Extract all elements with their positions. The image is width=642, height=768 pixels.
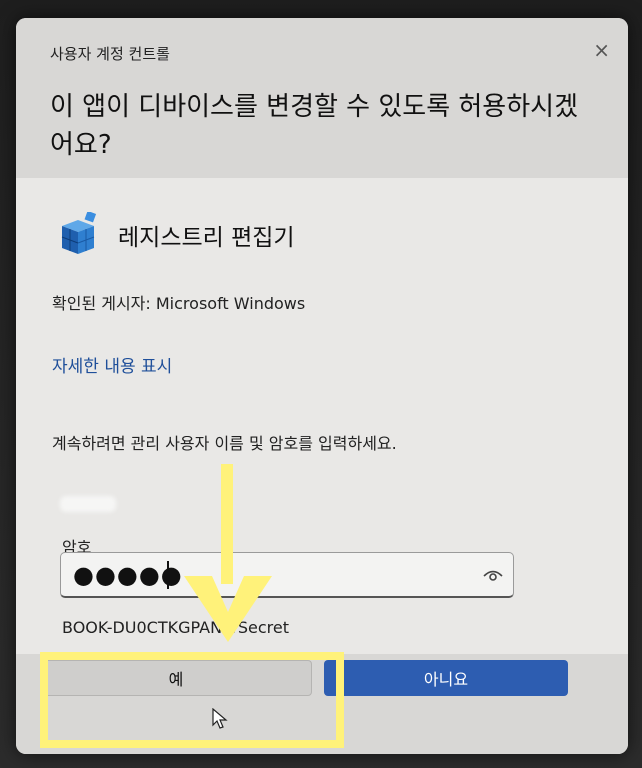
yes-button[interactable]: 예: [40, 660, 312, 696]
password-input[interactable]: ●●●●●: [60, 552, 514, 598]
dialog-question: 이 앱이 디바이스를 변경할 수 있도록 허용하시겠어요?: [50, 92, 578, 160]
instruction-text: 계속하려면 관리 사용자 이름 및 암호를 입력하세요.: [52, 434, 397, 453]
app-name: 레지스트리 편집기: [118, 225, 295, 251]
no-button[interactable]: 아니요: [324, 660, 568, 696]
app-info-row: 레지스트리 편집기: [56, 212, 295, 258]
domain-user-text: BOOK-DU0CTKGPAN₩Secret: [62, 618, 290, 637]
publisher-text: 확인된 게시자: Microsoft Windows: [52, 294, 306, 313]
registry-editor-icon: [61, 212, 97, 254]
username-field-blurred[interactable]: [60, 496, 116, 512]
dialog-caption: 사용자 계정 컨트롤: [50, 45, 170, 63]
close-icon[interactable]: ×: [593, 38, 610, 62]
photo-frame: 사용자 계정 컨트롤 × 이 앱이 디바이스를 변경할 수 있도록 허용하시겠어…: [0, 0, 642, 768]
eye-icon[interactable]: [483, 567, 503, 583]
text-caret: [167, 561, 169, 589]
show-details-link[interactable]: 자세한 내용 표시: [52, 352, 172, 377]
uac-dialog: 사용자 계정 컨트롤 × 이 앱이 디바이스를 변경할 수 있도록 허용하시겠어…: [16, 18, 628, 754]
